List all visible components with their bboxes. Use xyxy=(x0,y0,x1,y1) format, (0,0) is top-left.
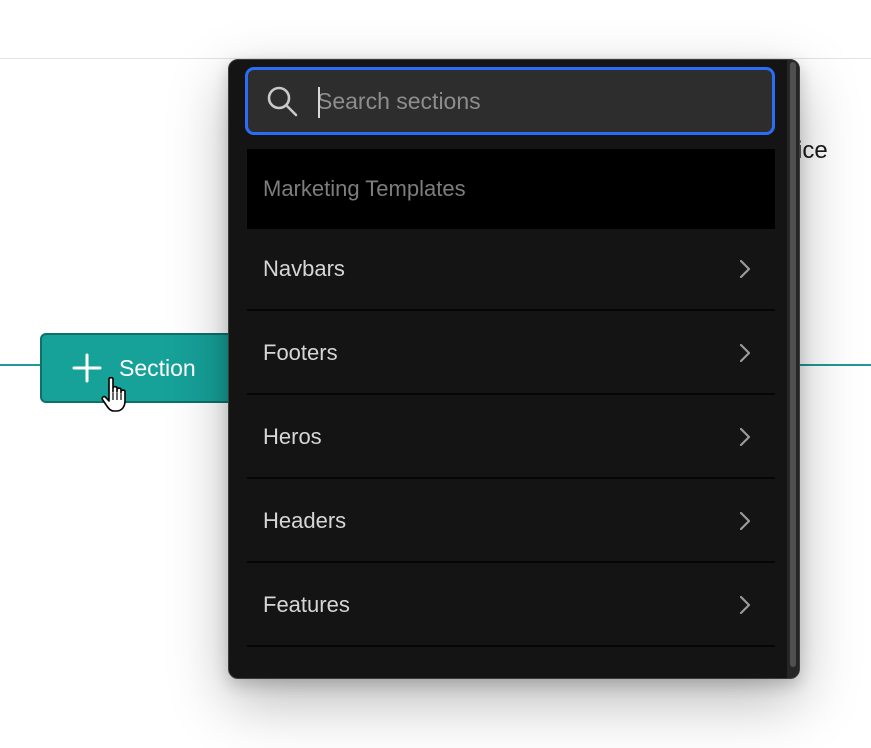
list-item-label: Heros xyxy=(263,424,322,449)
chevron-right-icon xyxy=(739,259,751,279)
group-header-marketing-templates: Marketing Templates xyxy=(247,149,775,229)
add-section-button[interactable]: Section xyxy=(40,333,236,403)
section-category-list: Navbars Footers Heros Headers Features xyxy=(247,229,775,678)
scrollbar-thumb[interactable] xyxy=(790,62,796,667)
list-item-features[interactable]: Features xyxy=(247,565,775,647)
list-item-partial[interactable] xyxy=(247,649,775,678)
list-item-label: Features xyxy=(263,592,350,617)
list-item-heros[interactable]: Heros xyxy=(247,397,775,479)
plus-icon xyxy=(72,353,102,383)
list-item-navbars[interactable]: Navbars xyxy=(247,229,775,311)
search-input[interactable] xyxy=(315,86,772,116)
list-item-label: Headers xyxy=(263,508,347,533)
list-item-footers[interactable]: Footers xyxy=(247,313,775,395)
chevron-right-icon xyxy=(739,427,751,447)
chevron-right-icon xyxy=(739,511,751,531)
search-field[interactable] xyxy=(245,67,775,135)
scrollbar[interactable] xyxy=(787,60,799,678)
text-caret xyxy=(318,87,320,118)
hand-pointer-icon xyxy=(101,376,126,412)
list-item-label: Footers xyxy=(263,340,338,365)
section-picker-dropdown: Marketing Templates Navbars Footers Hero… xyxy=(228,59,800,679)
list-item-label: Navbars xyxy=(263,256,345,281)
background-text: ice xyxy=(797,137,828,164)
chevron-right-icon xyxy=(739,595,751,615)
list-item-headers[interactable]: Headers xyxy=(247,481,775,563)
chevron-right-icon xyxy=(739,343,751,363)
search-icon xyxy=(267,86,298,117)
